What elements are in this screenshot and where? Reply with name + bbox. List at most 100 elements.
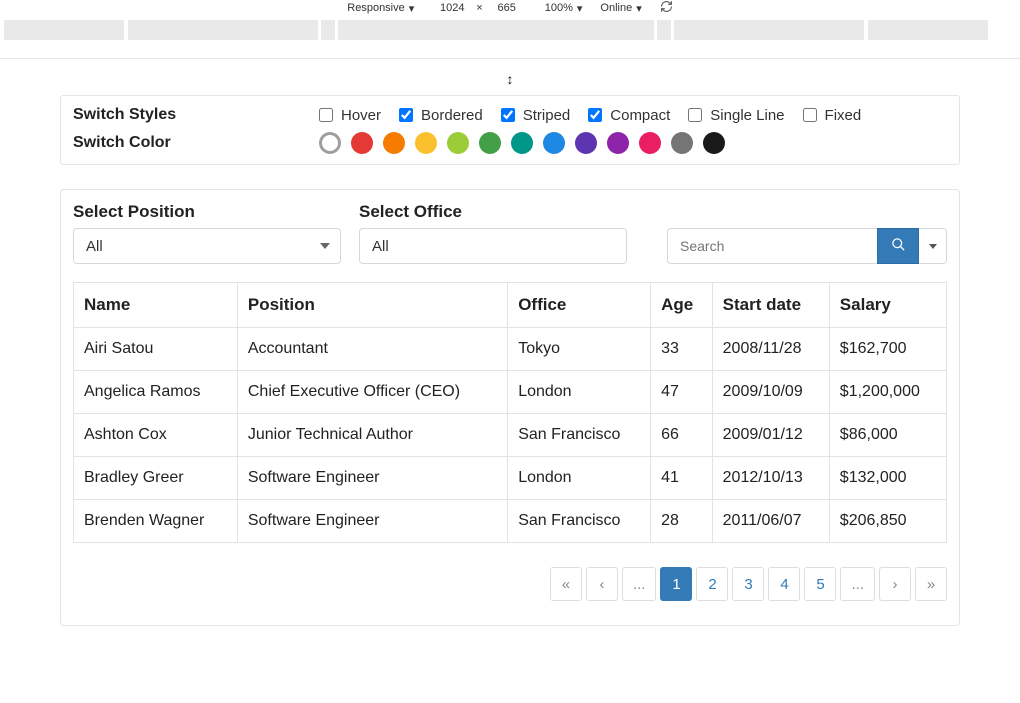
cell-salary: $162,700 — [829, 328, 946, 371]
search-options-button[interactable] — [919, 228, 947, 264]
checkbox-label: Compact — [610, 107, 670, 124]
color-swatch[interactable] — [703, 132, 725, 154]
cell-name: Angelica Ramos — [74, 371, 238, 414]
color-swatch[interactable] — [383, 132, 405, 154]
column-header[interactable]: Position — [237, 283, 507, 328]
select-position[interactable]: All — [73, 228, 341, 264]
chevron-down-icon: ▾ — [577, 2, 583, 15]
color-swatch[interactable] — [351, 132, 373, 154]
table-row: Bradley GreerSoftware EngineerLondon4120… — [74, 457, 947, 500]
color-swatch[interactable] — [511, 132, 533, 154]
cell-position: Software Engineer — [237, 457, 507, 500]
color-swatch[interactable] — [607, 132, 629, 154]
column-header[interactable]: Start date — [712, 283, 829, 328]
cell-start: 2011/06/07 — [712, 500, 829, 543]
cell-position: Software Engineer — [237, 500, 507, 543]
page-button[interactable]: 1 — [660, 567, 692, 601]
switch-color-label: Switch Color — [73, 134, 303, 152]
cell-name: Ashton Cox — [74, 414, 238, 457]
viewport-height[interactable]: 665 — [487, 2, 527, 14]
resize-handle[interactable]: ↕ — [0, 59, 1020, 95]
color-swatch[interactable] — [671, 132, 693, 154]
devtools-device-bar: Responsive ▾ 1024 × 665 100% ▾ Online ▾ — [0, 0, 1020, 14]
search-icon — [891, 237, 906, 255]
table-header-row: NamePositionOfficeAgeStart dateSalary — [74, 283, 947, 328]
color-swatch[interactable] — [415, 132, 437, 154]
viewport-width[interactable]: 1024 — [432, 2, 472, 14]
cell-age: 28 — [651, 500, 713, 543]
select-position-value: All — [86, 238, 103, 255]
cell-salary: $206,850 — [829, 500, 946, 543]
page-button[interactable]: › — [879, 567, 911, 601]
checkbox-label: Striped — [523, 107, 571, 124]
cell-office: London — [508, 371, 651, 414]
cell-office: San Francisco — [508, 414, 651, 457]
table-body: Airi SatouAccountantTokyo332008/11/28$16… — [74, 328, 947, 543]
page-button[interactable]: 5 — [804, 567, 836, 601]
color-swatch[interactable] — [319, 132, 341, 154]
cell-office: San Francisco — [508, 500, 651, 543]
table-row: Brenden WagnerSoftware EngineerSan Franc… — [74, 500, 947, 543]
checkbox-input[interactable] — [399, 108, 413, 122]
style-checkbox-single-line[interactable]: Single Line — [688, 107, 784, 124]
pagination: «‹...12345...›» — [73, 567, 947, 601]
page-button[interactable]: 2 — [696, 567, 728, 601]
page-button[interactable]: ‹ — [586, 567, 618, 601]
style-checkbox-bordered[interactable]: Bordered — [399, 107, 483, 124]
search-group — [667, 228, 947, 264]
checkbox-input[interactable] — [688, 108, 702, 122]
resize-vertical-icon: ↕ — [507, 71, 514, 87]
styles-panel: Switch Styles Hover Bordered Striped Compac… — [60, 95, 960, 165]
table-row: Angelica RamosChief Executive Officer (C… — [74, 371, 947, 414]
checkbox-input[interactable] — [501, 108, 515, 122]
table-row: Ashton CoxJunior Technical AuthorSan Fra… — [74, 414, 947, 457]
page-button[interactable]: ... — [622, 567, 657, 601]
color-swatch[interactable] — [639, 132, 661, 154]
switch-styles-label: Switch Styles — [73, 106, 303, 124]
column-header[interactable]: Name — [74, 283, 238, 328]
cell-salary: $1,200,000 — [829, 371, 946, 414]
cell-age: 66 — [651, 414, 713, 457]
color-swatch[interactable] — [479, 132, 501, 154]
rotate-button[interactable] — [660, 0, 673, 16]
zoom-select[interactable]: 100% ▾ — [545, 2, 583, 15]
chevron-down-icon — [320, 243, 330, 249]
color-swatch-row — [319, 132, 725, 154]
cell-start: 2008/11/28 — [712, 328, 829, 371]
cell-name: Bradley Greer — [74, 457, 238, 500]
select-office[interactable]: All — [359, 228, 627, 264]
table-row: Airi SatouAccountantTokyo332008/11/28$16… — [74, 328, 947, 371]
checkbox-label: Single Line — [710, 107, 784, 124]
checkbox-label: Bordered — [421, 107, 483, 124]
column-header[interactable]: Office — [508, 283, 651, 328]
device-mode-select[interactable]: Responsive ▾ — [347, 2, 414, 15]
column-header[interactable]: Salary — [829, 283, 946, 328]
device-mode-label: Responsive — [347, 2, 404, 14]
search-button[interactable] — [877, 228, 919, 264]
network-throttle-select[interactable]: Online ▾ — [600, 2, 641, 15]
column-header[interactable]: Age — [651, 283, 713, 328]
color-swatch[interactable] — [575, 132, 597, 154]
style-checkbox-hover[interactable]: Hover — [319, 107, 381, 124]
style-checkbox-striped[interactable]: Striped — [501, 107, 571, 124]
checkbox-input[interactable] — [588, 108, 602, 122]
cell-position: Chief Executive Officer (CEO) — [237, 371, 507, 414]
cell-salary: $132,000 — [829, 457, 946, 500]
page-button[interactable]: 4 — [768, 567, 800, 601]
select-position-label: Select Position — [73, 202, 341, 222]
style-checkbox-compact[interactable]: Compact — [588, 107, 670, 124]
cell-start: 2009/10/09 — [712, 371, 829, 414]
color-swatch[interactable] — [447, 132, 469, 154]
chevron-down-icon: ▾ — [409, 2, 415, 15]
page-button[interactable]: 3 — [732, 567, 764, 601]
color-swatch[interactable] — [543, 132, 565, 154]
page-button[interactable]: ... — [840, 567, 875, 601]
chevron-down-icon: ▾ — [636, 2, 642, 15]
search-input[interactable] — [667, 228, 877, 264]
page-button[interactable]: » — [915, 567, 947, 601]
page-button[interactable]: « — [550, 567, 582, 601]
checkbox-input[interactable] — [319, 108, 333, 122]
checkbox-input[interactable] — [803, 108, 817, 122]
style-checkbox-fixed[interactable]: Fixed — [803, 107, 862, 124]
cell-age: 41 — [651, 457, 713, 500]
